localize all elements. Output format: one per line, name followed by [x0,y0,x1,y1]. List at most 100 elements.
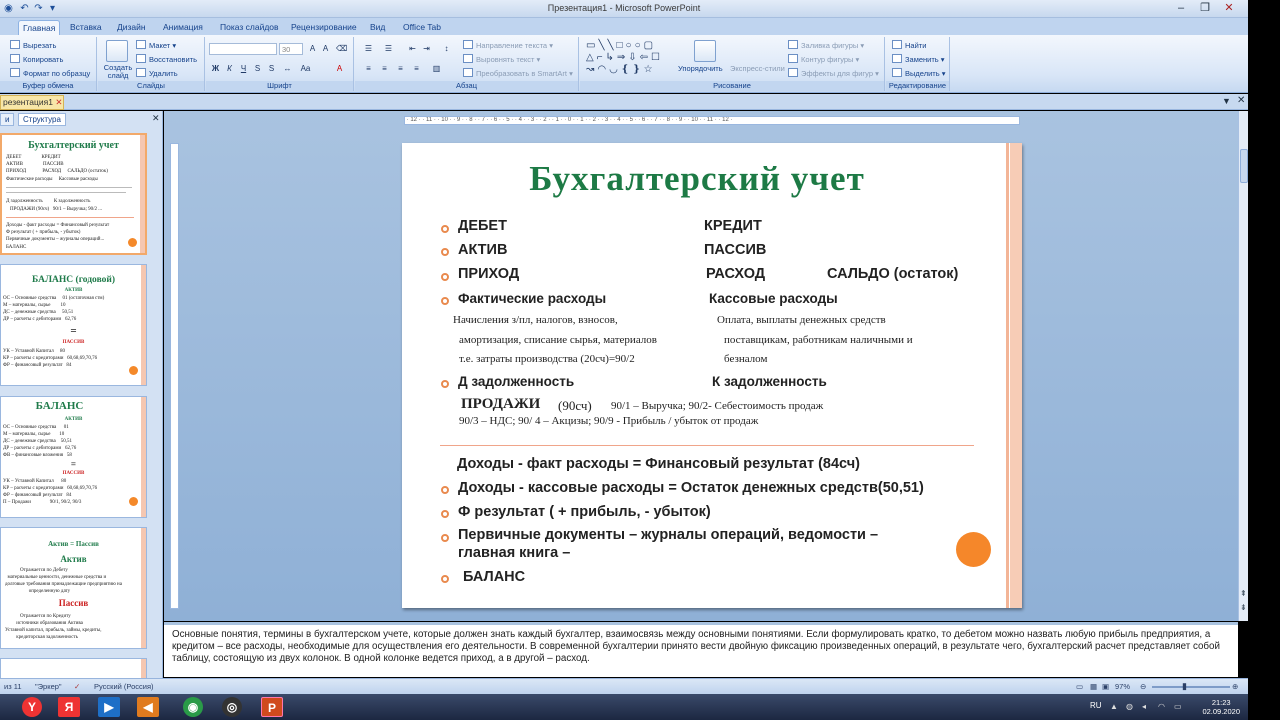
strike-icon[interactable]: S [252,63,263,74]
zoom-slider[interactable] [1152,686,1230,688]
align-text-button[interactable]: Выровнять текст ▾ [463,54,540,64]
tab-outline[interactable]: Структура [18,113,66,126]
normal-view-icon[interactable]: ▭ [1076,682,1083,691]
align-center-icon[interactable]: ≡ [379,63,390,74]
slide[interactable]: Бухгалтерский учет ДЕБЕТ КРЕДИТ АКТИВ ПА… [402,143,1022,608]
new-slide-icon[interactable] [106,40,128,62]
zoom-level[interactable]: 97% [1115,682,1130,691]
spacing-icon[interactable]: ↔ [282,63,293,74]
slide-thumbnail-3[interactable]: БАЛАНС АКТИВ ОС – Основные средства 01 М… [0,396,147,518]
arrange-icon[interactable] [694,40,716,62]
font-size-combo[interactable]: 30 [279,43,303,55]
yandex-browser-icon[interactable]: Я [58,697,80,717]
document-tab[interactable]: резентация1 ✕ [0,95,64,110]
font-name-combo[interactable] [209,43,277,55]
wifi-icon[interactable]: ◠ [1158,702,1168,712]
media-player-icon[interactable]: ▶ [98,697,120,717]
language-indicator[interactable]: Русский (Россия) [94,682,154,691]
prev-slide-icon[interactable]: ⇞ [1240,589,1247,598]
justify-icon[interactable]: ≡ [411,63,422,74]
replace-button[interactable]: Заменить ▾ [892,54,945,64]
tab-view[interactable]: Вид [366,20,389,35]
powerpoint-taskbar-icon[interactable]: P [261,697,283,717]
shadow-icon[interactable]: S [266,63,277,74]
close-icon[interactable]: ✕ [1218,1,1240,16]
layout-button[interactable]: Макет ▾ [136,40,176,50]
scrollbar-thumb[interactable] [1240,149,1248,183]
select-button[interactable]: Выделить ▾ [892,68,945,78]
minimize-icon[interactable]: – [1170,1,1192,16]
tab-animation[interactable]: Анимация [159,20,207,35]
italic-icon[interactable]: К [224,63,235,74]
theme-name: "Эркер" [35,682,62,691]
shape-outline-button[interactable]: Контур фигуры ▾ [788,54,859,64]
shrink-font-icon[interactable]: A [320,43,331,54]
slide-thumbnail-4[interactable]: Актив = Пассив Актив Отражается по Дебет… [0,527,147,649]
bullets-icon[interactable]: ☰ [363,43,374,54]
keyboard-language[interactable]: RU [1090,701,1102,710]
format-painter-button[interactable]: Формат по образцу [10,68,90,78]
slide-thumbnail-2[interactable]: БАЛАНС (годовой) АКТИВ ОС – Основные сре… [0,264,147,386]
notes-text[interactable]: Основные понятия, термины в бухгалтерско… [172,629,1220,664]
zoom-slider-handle[interactable]: ▮ [1182,681,1187,692]
arrange-button[interactable]: Упорядочить [678,64,723,73]
notes-pane[interactable]: Основные понятия, термины в бухгалтерско… [164,622,1238,677]
find-button[interactable]: Найти [892,40,926,50]
yandex-icon[interactable]: Y [22,697,42,717]
tab-home[interactable]: Главная [18,20,61,35]
obs-icon[interactable]: ◎ [222,697,242,717]
close-document-icon[interactable]: ✕ [1237,95,1245,106]
align-right-icon[interactable]: ≡ [395,63,406,74]
tab-insert[interactable]: Вставка [66,20,106,35]
zoom-in-icon[interactable]: ⊕ [1232,682,1238,691]
align-left-icon[interactable]: ≡ [363,63,374,74]
close-panel-icon[interactable]: ✕ [152,113,160,124]
maximize-icon[interactable]: ❐ [1194,1,1216,16]
slideshow-view-icon[interactable]: ▣ [1102,682,1109,691]
shape-effects-button[interactable]: Эффекты для фигур ▾ [788,68,879,78]
numbering-icon[interactable]: ☰ [383,43,394,54]
clear-format-icon[interactable]: ⌫ [336,43,347,54]
zoom-out-icon[interactable]: ⊖ [1140,682,1146,691]
reset-button[interactable]: Восстановить [136,54,197,64]
tab-list-icon[interactable]: ▼ [1222,96,1231,106]
tab-slideshow[interactable]: Показ слайдов [216,20,283,35]
font-color-icon[interactable]: A [334,63,345,74]
tab-officetab[interactable]: Office Tab [399,20,445,35]
delete-slide-button[interactable]: Удалить [136,68,178,78]
tray-arrow-icon[interactable]: ▲ [1110,702,1120,712]
close-tab-icon[interactable]: ✕ [55,97,62,107]
tab-design[interactable]: Дизайн [113,20,150,35]
grow-font-icon[interactable]: A [307,43,318,54]
slide-thumbnail-1[interactable]: Бухгалтерский учет ДЕБЕТ КРЕДИТ АКТИВ ПА… [0,133,147,255]
spellcheck-icon[interactable]: ✓ [74,682,80,691]
tab-review[interactable]: Рецензирование [287,20,361,35]
line-spacing-icon[interactable]: ↕ [441,43,452,54]
shapes-gallery[interactable]: ▭╲╲□○○▢ △⌐↳⇒⇩⇦☐ ↝◠◡❴❵☆ [586,40,668,78]
bold-icon[interactable]: Ж [210,63,221,74]
volume-icon[interactable]: ◂ [1142,702,1152,712]
slide-title[interactable]: Бухгалтерский учет [402,159,992,199]
next-slide-icon[interactable]: ⇟ [1240,603,1247,612]
new-slide-button[interactable]: Создать слайд [103,64,133,80]
smartart-button[interactable]: Преобразовать в SmartArt ▾ [463,68,573,78]
battery-icon[interactable]: ▭ [1174,702,1184,712]
network-icon[interactable]: ◍ [1126,702,1136,712]
clock[interactable]: 21:23 02.09.2020 [1202,698,1240,716]
columns-icon[interactable]: ▥ [431,63,442,74]
thumb-subtitle: АКТИВ [64,288,83,293]
cut-button[interactable]: Вырезать [10,40,56,50]
thumb-text: ДР – расчеты с дебиторами 62,76 [3,446,77,451]
text-direction-button[interactable]: Направление текста ▾ [463,40,553,50]
speaker-app-icon[interactable]: ◀ [137,697,159,717]
underline-icon[interactable]: Ч [238,63,249,74]
case-icon[interactable]: Aa [300,63,311,74]
tab-slides[interactable]: и [0,113,15,126]
quick-styles-button[interactable]: Экспресс-стили [730,64,785,73]
chrome-icon[interactable]: ◉ [183,697,203,717]
shape-fill-button[interactable]: Заливка фигуры ▾ [788,40,864,50]
decrease-indent-icon[interactable]: ⇤ [407,43,418,54]
copy-button[interactable]: Копировать [10,54,63,64]
increase-indent-icon[interactable]: ⇥ [421,43,432,54]
sorter-view-icon[interactable]: ▦ [1090,682,1097,691]
